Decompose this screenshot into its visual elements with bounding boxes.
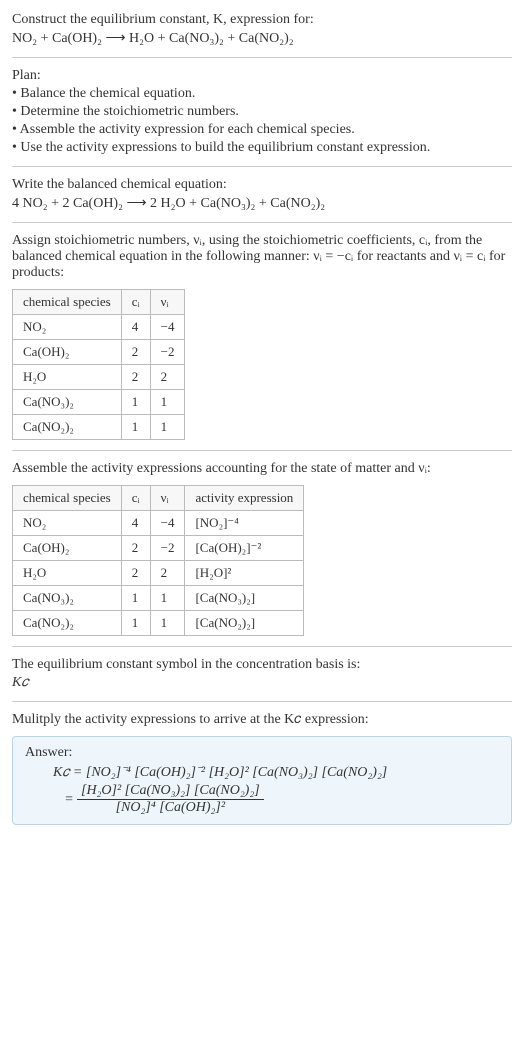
table-row: Ca(NO₂)₂ 1 1 — [13, 415, 185, 440]
balanced-block: Write the balanced chemical equation: 4 … — [12, 177, 512, 212]
answer-box: Answer: K𝑐 = [NO₂]⁻⁴ [Ca(OH)₂]⁻² [H₂O]² … — [12, 736, 512, 825]
plan-item: • Determine the stoichiometric numbers. — [12, 104, 512, 120]
cell: −4 — [150, 315, 185, 340]
divider — [12, 646, 512, 647]
symbol-text: The equilibrium constant symbol in the c… — [12, 657, 512, 673]
activity-table: chemical species cᵢ νᵢ activity expressi… — [12, 485, 304, 636]
plan-item: • Balance the chemical equation. — [12, 86, 512, 102]
table-row: H₂O 2 2 — [13, 365, 185, 390]
answer-eq-2: = [H₂O]² [Ca(NO₃)₂] [Ca(NO₂)₂] [NO₂]⁴ [C… — [53, 783, 499, 816]
cell: [Ca(NO₂)₂] — [185, 611, 304, 636]
stoichiometry-table: chemical species cᵢ νᵢ NO₂ 4 −4 Ca(OH)₂ … — [12, 289, 185, 440]
cell: NO₂ — [13, 511, 122, 536]
table-header-row: chemical species cᵢ νᵢ activity expressi… — [13, 486, 304, 511]
cell: 1 — [121, 415, 150, 440]
intro-equation: NO₂ + Ca(OH)₂ ⟶ H₂O + Ca(NO₃)₂ + Ca(NO₂)… — [12, 30, 512, 47]
cell: Ca(NO₃)₂ — [13, 390, 122, 415]
col-header: cᵢ — [121, 290, 150, 315]
answer-fraction-num: [H₂O]² [Ca(NO₃)₂] [Ca(NO₂)₂] — [77, 783, 264, 799]
cell: Ca(NO₂)₂ — [13, 611, 122, 636]
symbol-kc: K𝑐 — [12, 675, 512, 691]
cell: 1 — [150, 415, 185, 440]
col-header: νᵢ — [150, 290, 185, 315]
assign-block: Assign stoichiometric numbers, νᵢ, using… — [12, 233, 512, 281]
cell: 1 — [150, 611, 185, 636]
divider — [12, 222, 512, 223]
col-header: chemical species — [13, 290, 122, 315]
plan-item: • Use the activity expressions to build … — [12, 140, 512, 156]
assign-text: Assign stoichiometric numbers, νᵢ, using… — [12, 233, 512, 281]
cell: 4 — [121, 315, 150, 340]
table-row: Ca(NO₃)₂ 1 1 [Ca(NO₃)₂] — [13, 586, 304, 611]
cell: 2 — [150, 365, 185, 390]
cell: 2 — [121, 536, 150, 561]
answer-fraction: [H₂O]² [Ca(NO₃)₂] [Ca(NO₂)₂] [NO₂]⁴ [Ca(… — [77, 783, 264, 816]
col-header: cᵢ — [121, 486, 150, 511]
cell: 2 — [121, 340, 150, 365]
col-header: νᵢ — [150, 486, 185, 511]
intro-line-1: Construct the equilibrium constant, K, e… — [12, 12, 512, 28]
col-header: activity expression — [185, 486, 304, 511]
cell: Ca(OH)₂ — [13, 340, 122, 365]
table-row: H₂O 2 2 [H₂O]² — [13, 561, 304, 586]
table-header-row: chemical species cᵢ νᵢ — [13, 290, 185, 315]
cell: 2 — [150, 561, 185, 586]
table-row: Ca(OH)₂ 2 −2 — [13, 340, 185, 365]
table-row: Ca(NO₂)₂ 1 1 [Ca(NO₂)₂] — [13, 611, 304, 636]
cell: [H₂O]² — [185, 561, 304, 586]
symbol-block: The equilibrium constant symbol in the c… — [12, 657, 512, 691]
answer-label: Answer: — [25, 745, 499, 761]
multiply-text: Mulitply the activity expressions to arr… — [12, 712, 512, 728]
intro-block: Construct the equilibrium constant, K, e… — [12, 12, 512, 47]
table-row: NO₂ 4 −4 [NO₂]⁻⁴ — [13, 511, 304, 536]
plan-block: Plan: • Balance the chemical equation. •… — [12, 68, 512, 156]
answer-eq-2-lhs: = — [53, 792, 73, 808]
balanced-header: Write the balanced chemical equation: — [12, 177, 512, 193]
cell: −2 — [150, 340, 185, 365]
plan-header: Plan: — [12, 68, 512, 84]
cell: 1 — [150, 390, 185, 415]
cell: 1 — [150, 586, 185, 611]
cell: Ca(OH)₂ — [13, 536, 122, 561]
cell: NO₂ — [13, 315, 122, 340]
divider — [12, 166, 512, 167]
assemble-text: Assemble the activity expressions accoun… — [12, 461, 512, 477]
divider — [12, 57, 512, 58]
cell: H₂O — [13, 365, 122, 390]
cell: Ca(NO₃)₂ — [13, 586, 122, 611]
cell: [Ca(NO₃)₂] — [185, 586, 304, 611]
cell: 1 — [121, 390, 150, 415]
cell: 1 — [121, 611, 150, 636]
table-row: Ca(OH)₂ 2 −2 [Ca(OH)₂]⁻² — [13, 536, 304, 561]
cell: [Ca(OH)₂]⁻² — [185, 536, 304, 561]
cell: H₂O — [13, 561, 122, 586]
divider — [12, 450, 512, 451]
multiply-block: Mulitply the activity expressions to arr… — [12, 712, 512, 728]
balanced-equation: 4 NO₂ + 2 Ca(OH)₂ ⟶ 2 H₂O + Ca(NO₃)₂ + C… — [12, 195, 512, 212]
cell: −2 — [150, 536, 185, 561]
answer-fraction-den: [NO₂]⁴ [Ca(OH)₂]² — [77, 799, 264, 816]
plan-item: • Assemble the activity expression for e… — [12, 122, 512, 138]
cell: [NO₂]⁻⁴ — [185, 511, 304, 536]
cell: 2 — [121, 365, 150, 390]
answer-eq-1: K𝑐 = [NO₂]⁻⁴ [Ca(OH)₂]⁻² [H₂O]² [Ca(NO₃)… — [53, 765, 499, 781]
cell: Ca(NO₂)₂ — [13, 415, 122, 440]
cell: 2 — [121, 561, 150, 586]
table-row: NO₂ 4 −4 — [13, 315, 185, 340]
table-row: Ca(NO₃)₂ 1 1 — [13, 390, 185, 415]
assemble-block: Assemble the activity expressions accoun… — [12, 461, 512, 477]
divider — [12, 701, 512, 702]
col-header: chemical species — [13, 486, 122, 511]
cell: 1 — [121, 586, 150, 611]
cell: −4 — [150, 511, 185, 536]
cell: 4 — [121, 511, 150, 536]
